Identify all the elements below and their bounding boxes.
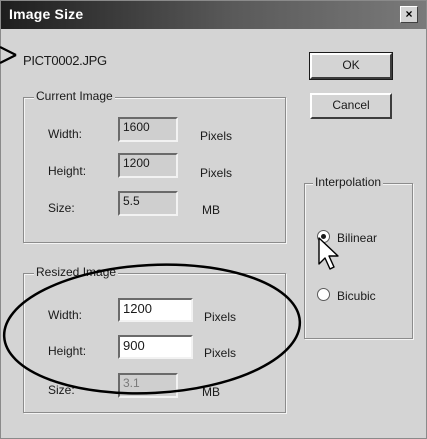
resized-width-unit: Pixels [204, 310, 237, 324]
current-height-label: Height: [48, 164, 87, 178]
resized-width-label: Width: [48, 308, 83, 322]
current-size-label: Size: [48, 201, 75, 215]
close-icon[interactable]: × [400, 6, 418, 23]
radio-selected-dot [321, 234, 326, 239]
bicubic-label[interactable]: Bicubic [337, 289, 376, 303]
resized-height-unit: Pixels [204, 346, 237, 360]
interpolation-label: Interpolation [313, 175, 384, 189]
bilinear-radio[interactable] [317, 230, 330, 243]
current-width-unit: Pixels [200, 129, 233, 143]
ok-button[interactable]: OK [309, 52, 393, 80]
bilinear-label[interactable]: Bilinear [337, 231, 377, 245]
current-height-unit: Pixels [200, 166, 233, 180]
resized-image-label: Resized Image [34, 265, 119, 279]
resized-width-input[interactable]: 1200 [118, 298, 193, 322]
resized-size-field: 3.1 [118, 373, 178, 398]
interpolation-group: Interpolation [304, 175, 413, 339]
cancel-button[interactable]: Cancel [310, 93, 392, 119]
current-image-label: Current Image [34, 89, 115, 103]
image-size-dialog: Image Size × PICT0002.JPG OK Cancel Curr… [0, 0, 427, 439]
bicubic-radio[interactable] [317, 288, 330, 301]
dialog-title: Image Size [9, 6, 84, 22]
resized-size-unit: MB [202, 385, 220, 399]
current-size-unit: MB [202, 203, 220, 217]
resized-height-label: Height: [48, 344, 87, 358]
resized-size-label: Size: [48, 383, 75, 397]
current-height-field: 1200 [118, 153, 178, 178]
current-width-label: Width: [48, 127, 83, 141]
resized-height-input[interactable]: 900 [118, 335, 193, 359]
current-size-field: 5.5 [118, 191, 178, 216]
current-width-field: 1600 [118, 117, 178, 142]
title-bar[interactable]: Image Size × [1, 1, 426, 29]
file-name: PICT0002.JPG [23, 53, 107, 68]
